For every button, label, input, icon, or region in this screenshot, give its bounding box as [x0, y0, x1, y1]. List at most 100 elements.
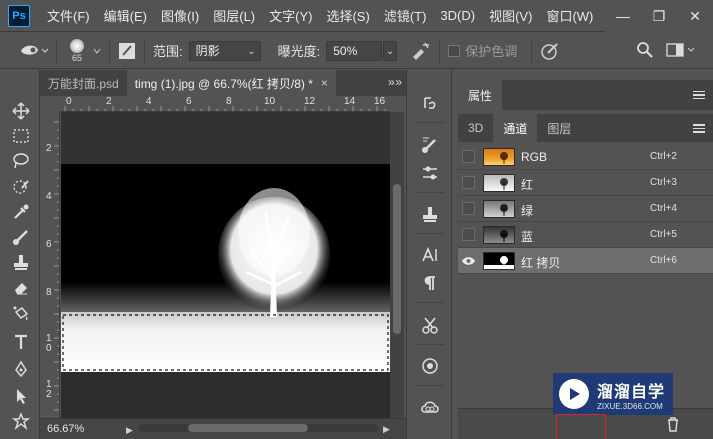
divider [144, 38, 145, 63]
doc-tab-label: timg (1).jpg @ 66.7%(红 拷贝/8) * [134, 76, 313, 91]
vertical-ruler[interactable]: 2 4 6 8 1 0 1 2 [44, 112, 60, 418]
restore-button[interactable]: ❐ [641, 0, 677, 32]
horizontal-scrollbar[interactable] [138, 424, 378, 432]
visibility-toggle[interactable] [462, 150, 475, 163]
menu-window[interactable]: 窗口(W) [539, 6, 600, 25]
visibility-toggle[interactable] [462, 228, 475, 241]
exposure-slider-toggle[interactable]: ⌄ [383, 40, 398, 61]
airbrush-icon[interactable] [411, 42, 431, 60]
eraser-tool-icon[interactable] [10, 276, 32, 298]
visibility-toggle[interactable] [462, 176, 475, 189]
exposure-input[interactable]: 50% [326, 40, 383, 61]
doc-tab-cover[interactable]: 万能封面.psd [40, 70, 127, 96]
tabs-overflow-icon[interactable]: » [395, 75, 402, 89]
close-button[interactable]: ✕ [677, 0, 713, 32]
menu-filter[interactable]: 滤镜(T) [377, 6, 434, 25]
ruler-label: 4 [146, 96, 152, 107]
scroll-right-icon[interactable]: ▶ [383, 424, 390, 435]
doc-tab-timg[interactable]: timg (1).jpg @ 66.7%(红 拷贝/8) * × [126, 70, 336, 96]
collapse-panels-icon[interactable]: » [388, 75, 395, 89]
channel-row-green[interactable]: 绿 Ctrl+4 [458, 196, 713, 222]
menu-image[interactable]: 图像(I) [154, 6, 206, 25]
protect-tones-label: 保护色调 [465, 44, 518, 59]
canvas-area[interactable] [61, 112, 390, 418]
channel-shortcut: Ctrl+3 [650, 177, 677, 188]
channel-thumbnail [483, 200, 515, 218]
visibility-toggle[interactable] [462, 202, 475, 215]
brush-tool-icon[interactable] [10, 226, 32, 248]
channels-list: RGB Ctrl+2 红 Ctrl+3 绿 Ctrl+4 蓝 Ctrl+5 红 … [458, 144, 713, 274]
photoshop-logo: Ps [8, 4, 30, 27]
type-tool-icon[interactable] [10, 331, 32, 353]
paragraph-panel-icon[interactable] [419, 272, 441, 294]
range-select[interactable]: 阴影 ⌄ [188, 40, 261, 61]
move-tool-icon[interactable] [10, 100, 32, 122]
channels-menu-icon[interactable] [693, 124, 705, 133]
ruler-origin[interactable] [44, 96, 60, 112]
clone-source-panel-icon[interactable] [419, 203, 441, 225]
menu-edit[interactable]: 编辑(E) [97, 6, 154, 25]
close-tab-icon[interactable]: × [321, 76, 328, 90]
custom-shape-tool-icon[interactable] [10, 410, 32, 432]
clone-stamp-tool-icon[interactable] [10, 251, 32, 273]
channel-row-red[interactable]: 红 Ctrl+3 [458, 170, 713, 196]
ruler-label: 8 [46, 287, 52, 298]
character-panel-icon[interactable] [419, 244, 441, 266]
horizontal-ruler[interactable]: 0 2 4 6 8 10 12 14 16 [60, 96, 390, 112]
search-icon[interactable] [636, 41, 654, 59]
channel-row-rgb[interactable]: RGB Ctrl+2 [458, 144, 713, 170]
channel-name: 绿 [521, 204, 534, 218]
menu-file[interactable]: 文件(F) [40, 6, 97, 25]
menu-type[interactable]: 文字(Y) [262, 6, 319, 25]
pressure-size-icon[interactable] [540, 41, 560, 61]
path-selection-tool-icon[interactable] [10, 385, 32, 407]
brush-dropdown-caret-icon[interactable] [93, 47, 101, 55]
divider [415, 302, 445, 303]
ruler-label: 6 [46, 239, 52, 250]
channel-row-blue[interactable]: 蓝 Ctrl+5 [458, 222, 713, 248]
ruler-label: 2 [46, 143, 52, 154]
menu-layer[interactable]: 图层(L) [206, 6, 262, 25]
eye-icon[interactable] [461, 253, 476, 268]
divider [415, 192, 445, 193]
quick-selection-tool-icon[interactable] [10, 176, 32, 198]
burn-tool-preset-icon[interactable] [18, 41, 48, 61]
ruler-label: 6 [186, 96, 192, 107]
chevron-down-icon: ⌄ [247, 45, 256, 57]
menu-3d[interactable]: 3D(D) [433, 8, 482, 23]
vertical-scrollbar[interactable] [390, 112, 404, 418]
tab-channels[interactable]: 通道 [493, 114, 538, 142]
watermark: 溜溜自学 ZIXUE.3D66.COM [553, 373, 673, 415]
zoom-level[interactable]: 66.67% [47, 423, 84, 435]
menu-select[interactable]: 选择(S) [319, 6, 376, 25]
navigator-panel-icon[interactable] [419, 355, 441, 377]
brush-panel-icon[interactable] [419, 134, 441, 156]
document-canvas[interactable] [61, 112, 390, 418]
creative-cloud-libraries-icon[interactable] [419, 396, 441, 418]
tool-presets-panel-icon[interactable] [419, 314, 441, 336]
protect-tones-checkbox[interactable] [448, 44, 461, 57]
doc-tab-label: 万能封面.psd [48, 76, 119, 91]
delete-channel-icon[interactable] [666, 416, 680, 435]
paint-bucket-tool-icon[interactable] [10, 303, 32, 325]
workspace-icon[interactable] [666, 42, 696, 58]
status-menu-arrow-icon[interactable]: ▶ [126, 425, 133, 436]
menu-view[interactable]: 视图(V) [482, 6, 539, 25]
tab-layers[interactable]: 图层 [537, 114, 581, 142]
brush-settings-icon[interactable] [118, 42, 136, 60]
panel-menu-icon[interactable] [693, 90, 705, 100]
marquee-tool-icon[interactable] [10, 125, 32, 147]
history-panel-icon[interactable] [419, 92, 441, 114]
brush-preset-picker[interactable]: 65 [65, 36, 89, 66]
lasso-tool-icon[interactable] [10, 150, 32, 172]
adjustments-panel-icon[interactable] [419, 162, 441, 184]
properties-tab[interactable]: 属性 [458, 80, 503, 110]
eyedropper-tool-icon[interactable] [10, 201, 32, 223]
tab-3d[interactable]: 3D [458, 114, 493, 142]
vertical-scroll-thumb[interactable] [393, 184, 401, 334]
channel-row-red-copy[interactable]: 红 拷贝 Ctrl+6 [458, 248, 713, 274]
pen-tool-icon[interactable] [10, 358, 32, 380]
range-value: 阴影 [195, 44, 220, 58]
horizontal-scroll-thumb[interactable] [188, 424, 308, 432]
minimize-button[interactable]: — [605, 0, 641, 32]
